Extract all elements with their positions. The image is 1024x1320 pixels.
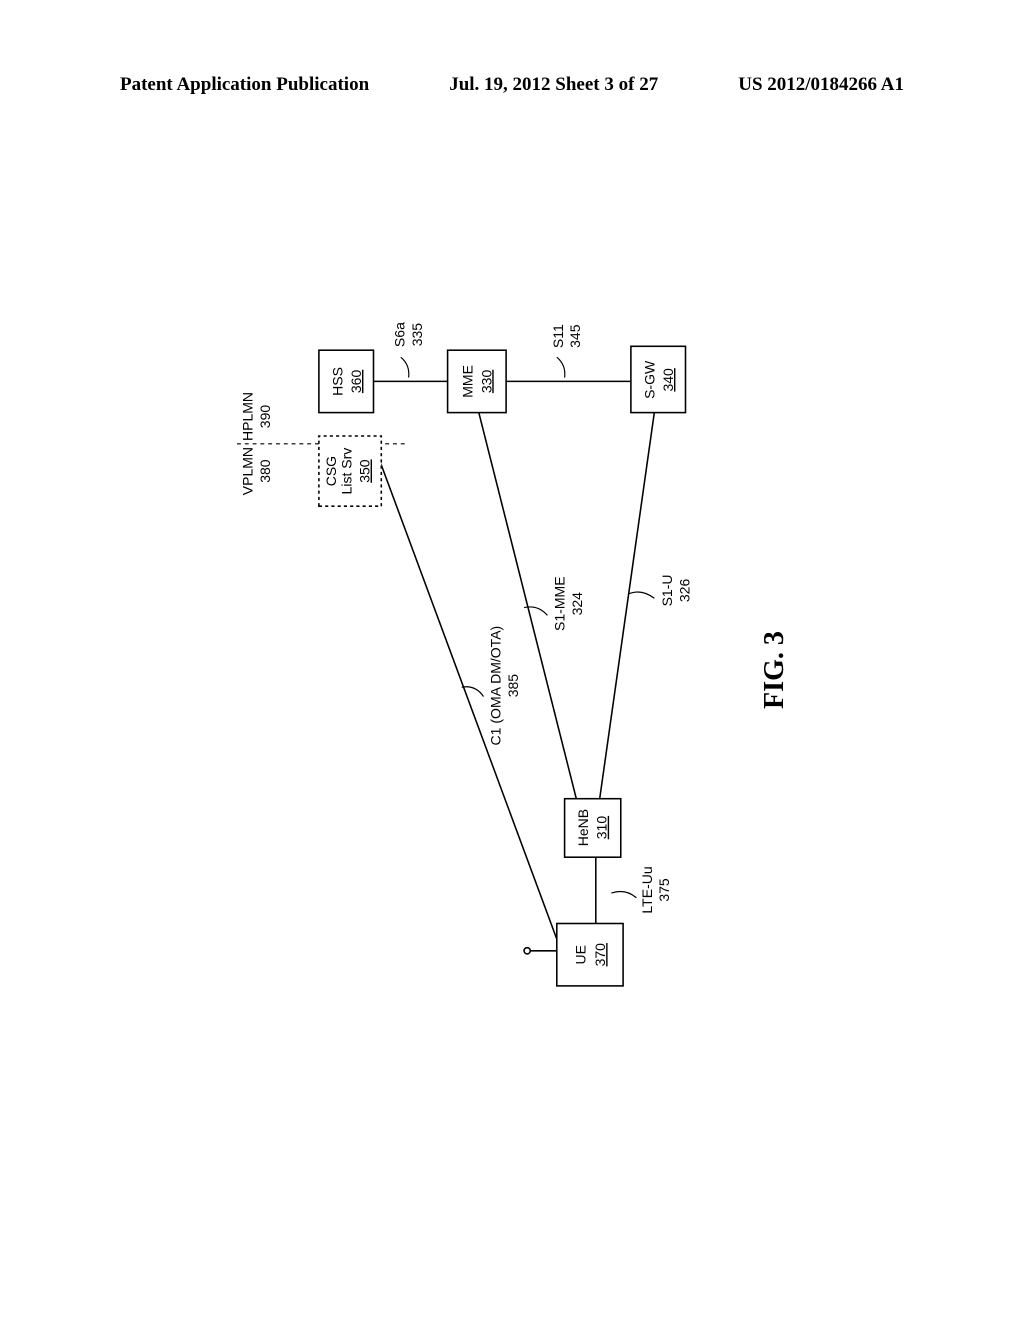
node-ue-label: UE <box>573 945 589 964</box>
edge-s1-mme-num: 324 <box>569 592 585 616</box>
node-henb-label: HeNB <box>575 809 591 846</box>
node-henb-num: 310 <box>594 816 610 840</box>
node-sgw-label: S-GW <box>641 360 657 399</box>
vplmn-label: VPLMN <box>240 447 256 495</box>
node-mme-label: MME <box>460 365 476 398</box>
edge-lte-uu-label: LTE-Uu <box>639 866 655 913</box>
edge-lte-uu-num: 375 <box>656 878 672 902</box>
edge-c1 <box>374 444 557 939</box>
hplmn-label: HPLMN <box>240 392 256 441</box>
node-hss <box>319 350 374 412</box>
node-ue <box>557 924 623 986</box>
node-csg-label1: CSG <box>323 456 339 486</box>
edge-s1-u-tick <box>629 592 654 598</box>
edge-s6a-label: S6a <box>392 322 408 347</box>
node-csg-num: 350 <box>357 459 373 483</box>
hplmn-num: 390 <box>257 405 273 429</box>
edge-s1-u-num: 326 <box>676 579 692 603</box>
edge-lte-uu-tick <box>611 892 636 898</box>
node-csg-label2: List Srv <box>339 448 355 495</box>
node-sgw <box>631 346 686 412</box>
node-mme <box>448 350 507 412</box>
node-sgw-num: 340 <box>660 368 676 392</box>
edge-s11-num: 345 <box>567 324 583 348</box>
edge-s1-u <box>600 413 655 799</box>
ue-antenna-tip <box>524 948 530 954</box>
node-mme-num: 330 <box>478 370 494 394</box>
edge-s6a-num: 335 <box>409 323 425 347</box>
node-hss-num: 360 <box>348 370 364 394</box>
edge-s1-mme-label: S1-MME <box>552 576 568 631</box>
edge-s6a-tick <box>401 357 409 377</box>
edge-s11-label: S11 <box>550 324 566 348</box>
node-ue-num: 370 <box>592 943 608 967</box>
node-henb <box>565 799 621 858</box>
vplmn-num: 380 <box>257 459 273 483</box>
header-left: Patent Application Publication <box>120 74 369 96</box>
node-hss-label: HSS <box>329 367 345 396</box>
diagram: VPLMN 380 HPLMN 390 LTE-Uu 375 C1 (OMA D… <box>120 170 900 1170</box>
header-center: Jul. 19, 2012 Sheet 3 of 27 <box>449 74 658 96</box>
figure-caption: FIG. 3 <box>759 631 790 709</box>
edge-s1-u-label: S1-U <box>659 574 675 606</box>
edge-c1-label: C1 (OMA DM/OTA) <box>488 626 504 746</box>
edge-c1-num: 385 <box>505 674 521 698</box>
edge-s11-tick <box>557 357 565 377</box>
header-right: US 2012/0184266 A1 <box>738 74 904 96</box>
